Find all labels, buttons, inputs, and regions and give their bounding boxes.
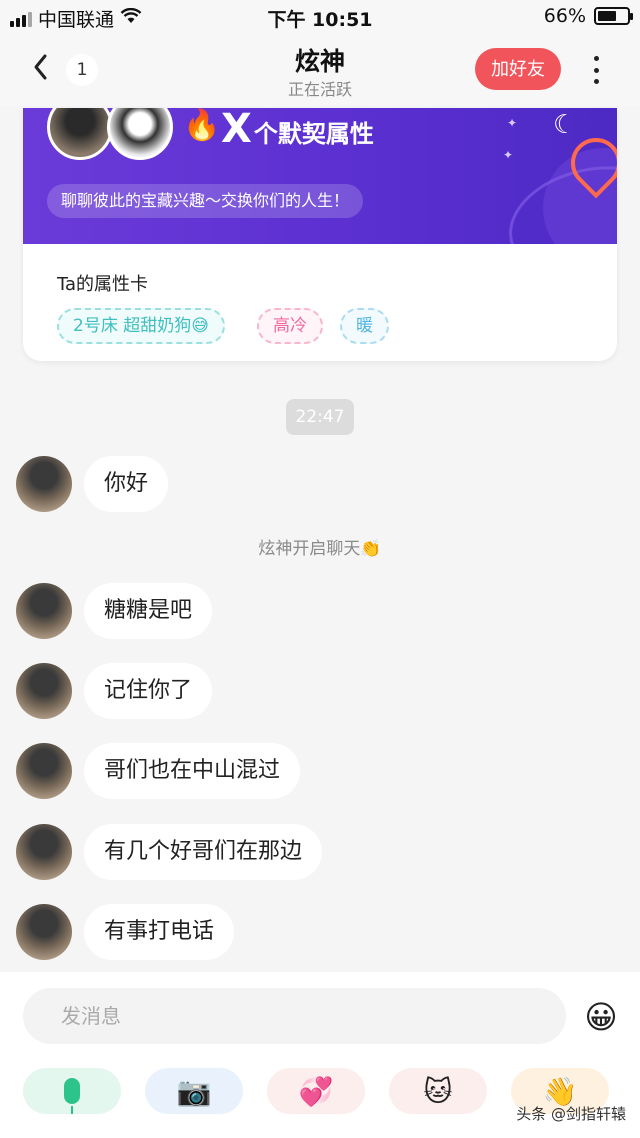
message-input[interactable]: [23, 988, 566, 1044]
message-row: 有事打电话: [16, 904, 235, 960]
moon-icon: ☾: [553, 110, 577, 140]
message-bubble[interactable]: 有几个好哥们在那边: [84, 824, 323, 880]
message-bubble[interactable]: 记住你了: [84, 663, 213, 719]
banner-prompt: 聊聊彼此的宝藏兴趣～交换你们的人生！: [47, 184, 364, 218]
attribute-tag[interactable]: 2号床 超甜奶狗😅: [57, 308, 225, 344]
star-icon: ✦: [503, 148, 514, 162]
message-row: 哥们也在中山混过: [16, 743, 301, 799]
card-banner: ☾ ✦ ✦ 🔥 X 个默契属性 聊聊彼此的宝藏兴趣～交换你们的人生！: [23, 108, 617, 244]
message-row: 记住你了: [16, 663, 213, 719]
sender-avatar[interactable]: [16, 663, 72, 719]
add-friend-button[interactable]: 加好友: [475, 48, 561, 90]
emoji-icon[interactable]: 😀: [582, 998, 620, 1036]
hearts-button[interactable]: 💞: [267, 1068, 365, 1114]
battery-level: [598, 11, 617, 21]
more-options-icon[interactable]: [586, 52, 606, 88]
signal-icon: [10, 11, 32, 27]
watermark: 头条 @剑指轩辕: [516, 1105, 626, 1123]
cute-stickers-icon: 🐱: [423, 1074, 453, 1108]
attribute-card-label: Ta的属性卡: [57, 274, 149, 295]
match-count: X: [221, 108, 252, 152]
message-bubble[interactable]: 有事打电话: [84, 904, 235, 960]
my-avatar: [47, 108, 113, 160]
partner-avatar: [107, 108, 173, 160]
status-right: 66%: [543, 5, 633, 27]
attribute-tag[interactable]: 高冷: [257, 308, 323, 344]
message-bubble[interactable]: 哥们也在中山混过: [84, 743, 301, 799]
message-row: 有几个好哥们在那边: [16, 824, 323, 880]
match-title: X 个默契属性: [221, 108, 374, 152]
sticker-button[interactable]: 🐱: [389, 1068, 487, 1114]
message-bubble[interactable]: 你好: [84, 456, 169, 512]
hearts-icon: 💞: [298, 1074, 334, 1108]
battery-icon: [594, 7, 633, 25]
match-title-text: 个默契属性: [253, 120, 374, 148]
sender-avatar[interactable]: [16, 824, 72, 880]
wifi-icon: [120, 7, 142, 29]
message-bubble[interactable]: 糖糖是吧: [84, 583, 213, 639]
camera-icon: 📷: [176, 1074, 212, 1108]
sender-avatar[interactable]: [16, 583, 72, 639]
chat-header: 1 炫神 正在活跃 加好友: [0, 34, 640, 106]
composer: 😀 📷 💞 🐱 👋 头条 @剑指轩辕: [0, 972, 640, 1138]
voice-button[interactable]: [23, 1068, 121, 1114]
message-row: 糖糖是吧: [16, 583, 213, 639]
attribute-card[interactable]: ☾ ✦ ✦ 🔥 X 个默契属性 聊聊彼此的宝藏兴趣～交换你们的人生！ Ta的属性…: [23, 108, 617, 361]
battery-percent: 66%: [543, 5, 586, 27]
star-icon: ✦: [507, 116, 518, 130]
carrier-label: 中国联通: [38, 9, 115, 31]
flame-icon: 🔥: [183, 108, 221, 143]
microphone-icon: [64, 1078, 80, 1114]
attribute-tag[interactable]: 暖: [340, 308, 389, 344]
status-left: 中国联通: [10, 5, 142, 32]
status-bar: 中国联通 下午 10:51 66%: [0, 0, 640, 34]
camera-button[interactable]: 📷: [145, 1068, 243, 1114]
sender-avatar[interactable]: [16, 456, 72, 512]
chat-timestamp: 22:47: [286, 399, 354, 435]
system-note: 炫神开启聊天👏: [258, 539, 382, 559]
sender-avatar[interactable]: [16, 904, 72, 960]
sender-avatar[interactable]: [16, 743, 72, 799]
message-row: 你好: [16, 456, 169, 512]
